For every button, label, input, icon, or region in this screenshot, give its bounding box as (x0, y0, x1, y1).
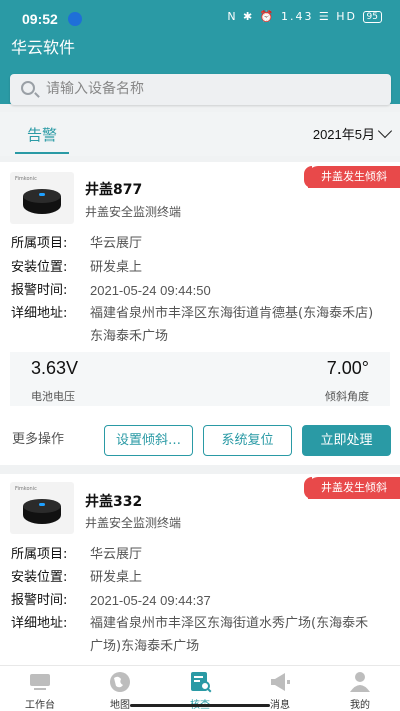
search-icon (21, 81, 35, 95)
status-time: 09:52 (22, 11, 58, 27)
search-bar[interactable] (10, 74, 391, 105)
battery-label: 电池电压 (31, 390, 75, 403)
app-title: 华云软件 (11, 38, 76, 57)
alarm-tag: 井盖发生倾斜 (304, 166, 400, 188)
info-location: 安装位置: 研发桌上 (11, 260, 143, 275)
user-icon (350, 672, 370, 692)
check-icon (191, 672, 212, 693)
device-thumbnail: Fimkonic (10, 482, 74, 534)
nav-label: 我的 (350, 700, 370, 711)
device-thumbnail: Fimkonic (10, 172, 74, 224)
device-name: 井盖877 (85, 182, 143, 198)
info-address: 详细地址: 福建省泉州市丰泽区东海街道肯德基(东海泰禾店)东海泰禾广场 (11, 306, 374, 344)
info-project: 所属项目: 华云展厅 (11, 547, 143, 562)
status-icons: N ✱ ⏰ 1.43 ☰ HD 95 (227, 10, 382, 23)
alarm-card[interactable]: Fimkonic 井盖877 井盖安全监测终端 井盖发生倾斜 所属项目: 华云展厅… (0, 162, 400, 465)
search-input[interactable] (46, 77, 376, 101)
more-actions-label: 更多操作 (12, 432, 65, 447)
battery-icon: 95 (362, 11, 382, 23)
nav-workbench[interactable]: 工作台 (10, 669, 70, 711)
monitor-icon (30, 674, 50, 690)
status-bar: 09:52 N ✱ ⏰ 1.43 ☰ HD 95 (0, 0, 400, 32)
tab-alarm[interactable]: 告警 (15, 124, 69, 154)
info-address: 详细地址: 福建省泉州市丰泽区东海街道水秀广场(东海泰禾广场)东海泰禾广场 (11, 616, 369, 654)
device-brand: Fimkonic (15, 176, 37, 182)
handle-now-button[interactable]: 立即处理 (302, 425, 391, 456)
month-picker-label: 2021年5月 (312, 127, 375, 142)
home-indicator[interactable] (130, 704, 270, 707)
nav-label: 工作台 (25, 700, 55, 711)
chevron-down-icon (377, 123, 393, 139)
info-project: 所属项目: 华云展厅 (11, 236, 143, 251)
info-alarm-time: 报警时间: 2021-05-24 09:44:50 (11, 283, 211, 298)
set-tilt-button[interactable]: 设置倾斜… (104, 425, 193, 456)
device-type: 井盖安全监测终端 (85, 516, 182, 530)
alarm-card[interactable]: Fimkonic 井盖332 井盖安全监测终端 井盖发生倾斜 所属项目: 华云展厅… (0, 474, 400, 674)
megaphone-icon (271, 673, 290, 691)
device-type: 井盖安全监测终端 (85, 205, 182, 219)
tab-row: 告警 2021年5月 (0, 112, 400, 156)
device-brand: Fimkonic (15, 486, 37, 492)
system-reset-button[interactable]: 系统复位 (203, 425, 292, 456)
month-picker[interactable]: 2021年5月 (312, 123, 393, 143)
info-location: 安装位置: 研发桌上 (11, 570, 143, 585)
alarm-tag: 井盖发生倾斜 (304, 477, 400, 499)
tilt-label: 倾斜角度 (325, 390, 369, 403)
info-alarm-time: 报警时间: 2021-05-24 09:44:37 (11, 593, 211, 608)
tilt-value: 7.00° (326, 358, 369, 378)
card-actions: 更多操作 设置倾斜… 系统复位 立即处理 (0, 414, 400, 458)
battery-value: 3.63V (31, 358, 79, 378)
sensor-stats: 3.63V 电池电压 7.00° 倾斜角度 (10, 352, 390, 406)
nav-mine[interactable]: 我的 (330, 669, 390, 711)
notification-dot-icon (68, 12, 82, 26)
globe-icon (110, 672, 130, 692)
device-name: 井盖332 (85, 494, 143, 510)
